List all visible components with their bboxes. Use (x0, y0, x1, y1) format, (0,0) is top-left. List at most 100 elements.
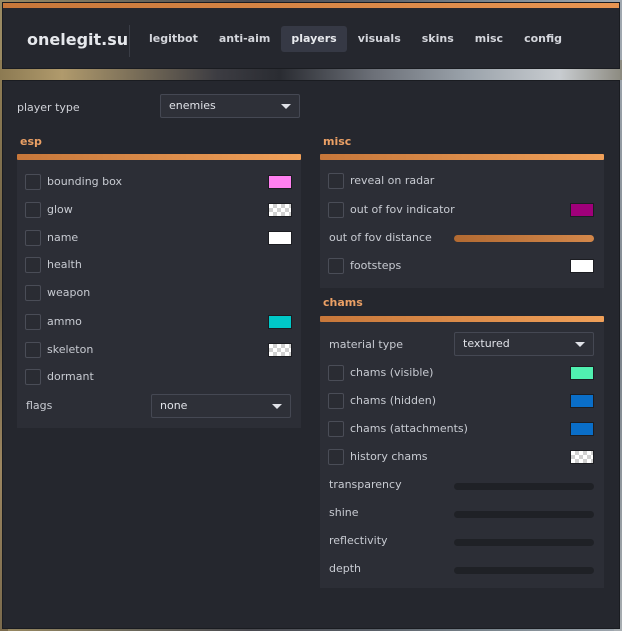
material-type-label: material type (329, 338, 403, 351)
glow-checkbox[interactable] (25, 202, 41, 218)
out-of-fov-indicator-label: out of fov indicator (350, 203, 455, 216)
weapon-label: weapon (47, 286, 91, 299)
reflectivity-label: reflectivity (329, 534, 388, 547)
esp-row-ammo: ammo (17, 311, 301, 333)
name-checkbox[interactable] (25, 230, 41, 246)
name-label: name (47, 231, 79, 244)
history-chams-checkbox[interactable] (328, 449, 344, 465)
tab-skins[interactable]: skins (412, 26, 464, 52)
misc-panel: reveal on radar out of fov indicator out… (320, 160, 604, 288)
out-of-fov-indicator-checkbox[interactable] (328, 202, 344, 218)
esp-row-dormant: dormant (17, 366, 301, 388)
misc-section-title: misc (323, 135, 352, 148)
health-checkbox[interactable] (25, 257, 41, 273)
shine-label: shine (329, 506, 359, 519)
tab-legitbot[interactable]: legitbot (139, 26, 208, 52)
player-type-label: player type (17, 101, 80, 114)
esp-row-skeleton: skeleton (17, 339, 301, 361)
tab-visuals[interactable]: visuals (348, 26, 411, 52)
dormant-checkbox[interactable] (25, 369, 41, 385)
bounding-box-checkbox[interactable] (25, 174, 41, 190)
tab-config[interactable]: config (514, 26, 572, 52)
chams-visible-checkbox[interactable] (328, 365, 344, 381)
chevron-down-icon (272, 404, 282, 409)
reveal-on-radar-checkbox[interactable] (328, 173, 344, 189)
chams-visible-label: chams (visible) (350, 366, 434, 379)
chams-section-title: chams (323, 296, 363, 309)
bounding-box-label: bounding box (47, 175, 123, 188)
chams-row-shine: shine (320, 502, 604, 524)
out-of-fov-distance-slider[interactable] (454, 235, 594, 242)
chams-row-visible: chams (visible) (320, 362, 604, 384)
reveal-on-radar-label: reveal on radar (350, 174, 435, 187)
dormant-label: dormant (47, 370, 94, 383)
out-of-fov-distance-slider-fill (454, 235, 594, 242)
chevron-down-icon (281, 104, 291, 109)
reflectivity-slider[interactable] (454, 539, 594, 546)
chams-row-depth: depth (320, 558, 604, 580)
ammo-color-swatch[interactable] (268, 315, 292, 329)
flags-value: none (160, 399, 188, 412)
glow-color-swatch[interactable] (268, 203, 292, 217)
footsteps-checkbox[interactable] (328, 258, 344, 274)
esp-row-health: health (17, 254, 301, 276)
ammo-label: ammo (47, 315, 82, 328)
esp-section-title: esp (20, 135, 42, 148)
app-logo: onelegit.su (27, 30, 129, 49)
skeleton-label: skeleton (47, 343, 94, 356)
history-chams-color-swatch[interactable] (570, 450, 594, 464)
tab-players[interactable]: players (281, 26, 347, 52)
shine-slider[interactable] (454, 511, 594, 518)
out-of-fov-indicator-color-swatch[interactable] (570, 203, 594, 217)
history-chams-label: history chams (350, 450, 428, 463)
misc-row-reveal-on-radar: reveal on radar (320, 170, 604, 192)
depth-label: depth (329, 562, 362, 575)
header-divider (129, 25, 130, 57)
misc-row-footsteps: footsteps (320, 255, 604, 277)
chams-row-transparency: transparency (320, 474, 604, 496)
tab-anti-aim[interactable]: anti-aim (209, 26, 281, 52)
skeleton-color-swatch[interactable] (268, 343, 292, 357)
chams-row-hidden: chams (hidden) (320, 390, 604, 412)
chams-visible-color-swatch[interactable] (570, 366, 594, 380)
chams-attachments-checkbox[interactable] (328, 421, 344, 437)
tab-misc[interactable]: misc (465, 26, 513, 52)
bounding-box-color-swatch[interactable] (268, 175, 292, 189)
flags-select[interactable]: none (151, 394, 291, 418)
chams-hidden-color-swatch[interactable] (570, 394, 594, 408)
name-color-swatch[interactable] (268, 231, 292, 245)
player-type-select[interactable]: enemies (160, 94, 300, 118)
out-of-fov-distance-label: out of fov distance (329, 231, 432, 244)
material-type-value: textured (463, 337, 510, 350)
skeleton-checkbox[interactable] (25, 342, 41, 358)
flags-label: flags (26, 399, 53, 412)
chams-panel: material type textured chams (visible) c… (320, 322, 604, 588)
esp-row-name: name (17, 227, 301, 249)
header-bar: onelegit.su legitbot anti-aim players vi… (2, 2, 620, 69)
material-type-select[interactable]: textured (454, 332, 594, 356)
chams-attachments-label: chams (attachments) (350, 422, 468, 435)
players-window: player type enemies esp bounding box glo… (2, 80, 620, 629)
esp-row-bounding-box: bounding box (17, 171, 301, 193)
transparency-slider[interactable] (454, 483, 594, 490)
chams-attachments-color-swatch[interactable] (570, 422, 594, 436)
depth-slider[interactable] (454, 567, 594, 574)
footsteps-color-swatch[interactable] (570, 259, 594, 273)
ammo-checkbox[interactable] (25, 314, 41, 330)
chevron-down-icon (575, 342, 585, 347)
weapon-checkbox[interactable] (25, 285, 41, 301)
transparency-label: transparency (329, 478, 402, 491)
chams-row-attachments: chams (attachments) (320, 418, 604, 440)
misc-row-out-of-fov-distance: out of fov distance (320, 227, 604, 249)
chams-hidden-checkbox[interactable] (328, 393, 344, 409)
chams-hidden-label: chams (hidden) (350, 394, 437, 407)
chams-row-history: history chams (320, 446, 604, 468)
esp-panel: bounding box glow name health weapon amm… (17, 160, 301, 428)
player-type-value: enemies (169, 99, 216, 112)
health-label: health (47, 258, 82, 271)
esp-row-weapon: weapon (17, 282, 301, 304)
header-accent-bar (3, 3, 619, 8)
misc-row-out-of-fov-indicator: out of fov indicator (320, 199, 604, 221)
footsteps-label: footsteps (350, 259, 402, 272)
glow-label: glow (47, 203, 73, 216)
